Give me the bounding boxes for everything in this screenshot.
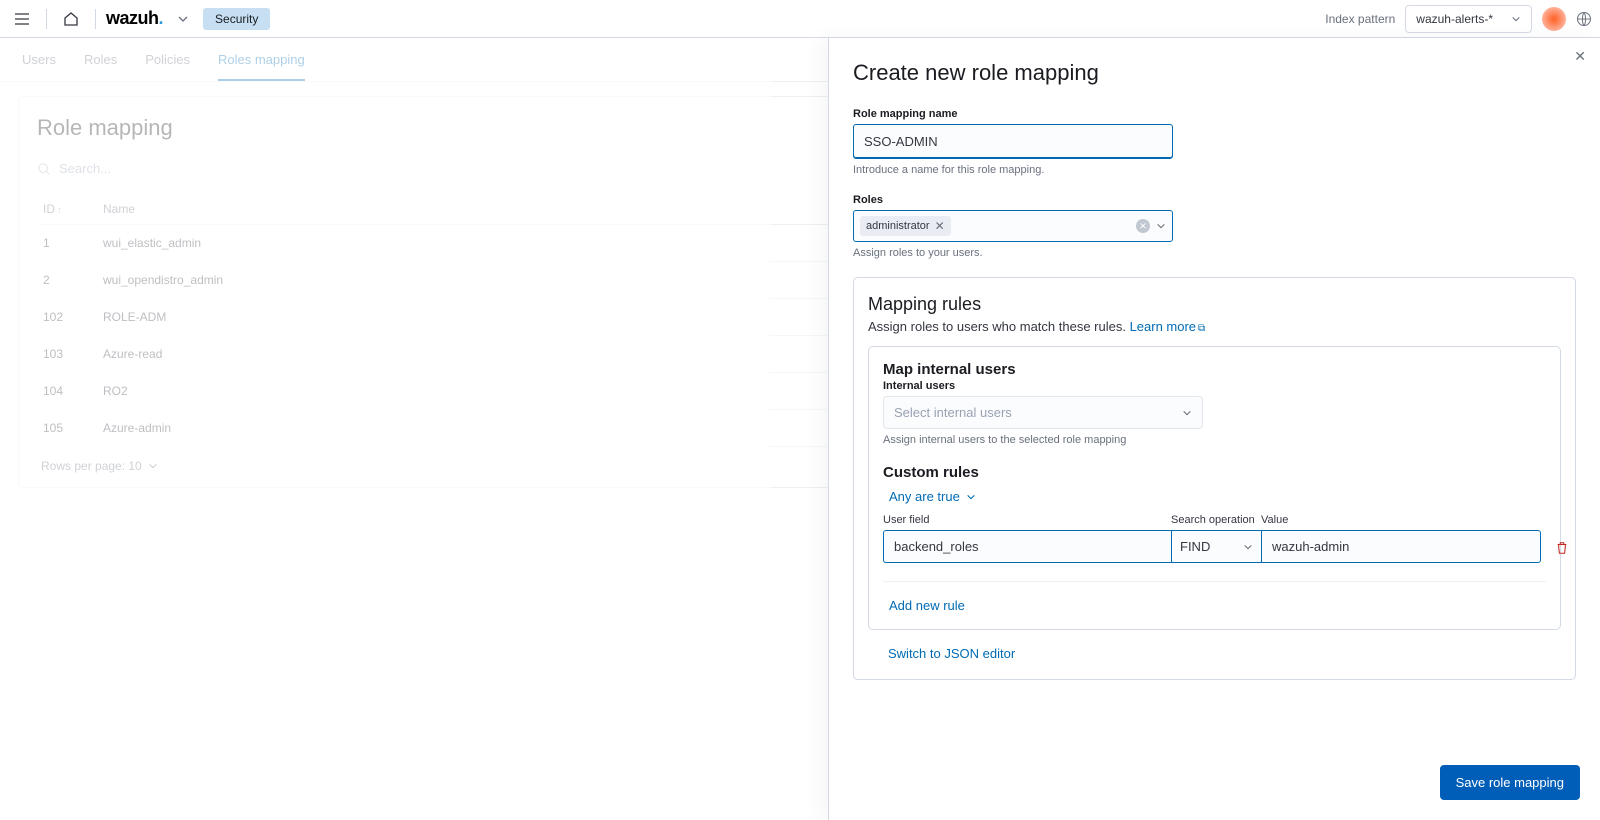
sort-asc-icon: ↑	[57, 205, 62, 216]
internal-users-placeholder: Select internal users	[894, 405, 1012, 420]
logo-text: wazuh	[106, 8, 159, 28]
flyout-body: Create new role mapping Role mapping nam…	[829, 38, 1600, 753]
value-input[interactable]	[1261, 530, 1541, 563]
search-icon	[37, 162, 51, 176]
internal-users-help: Assign internal users to the selected ro…	[883, 434, 1546, 446]
tab-roles-mapping[interactable]: Roles mapping	[218, 52, 305, 81]
menu-icon[interactable]	[8, 5, 36, 33]
user-avatar[interactable]	[1542, 7, 1566, 31]
chevron-down-icon	[1156, 221, 1166, 231]
name-help: Introduce a name for this role mapping.	[853, 164, 1576, 176]
search-placeholder: Search...	[59, 161, 111, 176]
divider	[46, 9, 47, 29]
role-mapping-name-input[interactable]	[853, 124, 1173, 159]
top-header: wazuh. Security Index pattern wazuh-aler…	[0, 0, 1600, 38]
index-pattern-value: wazuh-alerts-*	[1416, 12, 1493, 26]
switch-json-editor-link[interactable]: Switch to JSON editor	[888, 646, 1015, 661]
col-id[interactable]: ID↑	[37, 194, 97, 225]
module-badge[interactable]: Security	[203, 8, 270, 30]
mapping-rules-sub: Assign roles to users who match these ru…	[868, 319, 1561, 334]
chevron-down-icon	[148, 461, 158, 471]
logo-dot: .	[159, 8, 164, 28]
custom-rule-row: User field Search operation FIND Value	[883, 514, 1546, 582]
chevron-down-icon	[1511, 14, 1521, 24]
chevron-down-icon	[1243, 542, 1253, 552]
home-icon[interactable]	[57, 5, 85, 33]
roles-label: Roles	[853, 194, 1576, 206]
header-left: wazuh. Security	[8, 5, 270, 33]
value-label: Value	[1261, 514, 1541, 526]
globe-icon[interactable]	[1576, 11, 1592, 27]
tab-users[interactable]: Users	[22, 52, 56, 81]
inner-rules-panel: Map internal users Internal users Select…	[868, 346, 1561, 630]
flyout-title: Create new role mapping	[853, 60, 1576, 86]
add-new-rule-link[interactable]: Add new rule	[889, 598, 965, 613]
clear-all-icon[interactable]: ✕	[1136, 219, 1150, 233]
close-flyout-button[interactable]: ✕	[1574, 48, 1586, 65]
role-tag: administrator ✕	[860, 216, 951, 236]
index-pattern-select[interactable]: wazuh-alerts-*	[1405, 5, 1532, 33]
remove-tag-icon[interactable]: ✕	[935, 219, 945, 233]
roles-help: Assign roles to your users.	[853, 247, 1576, 259]
learn-more-link[interactable]: Learn more⧉	[1130, 319, 1206, 334]
roles-combobox[interactable]: administrator ✕ ✕	[853, 210, 1173, 242]
tab-roles[interactable]: Roles	[84, 52, 117, 81]
index-pattern-label: Index pattern	[1325, 12, 1395, 26]
tab-policies[interactable]: Policies	[145, 52, 190, 81]
user-field-label: User field	[883, 514, 1171, 526]
save-role-mapping-button[interactable]: Save role mapping	[1440, 765, 1580, 800]
mapping-rules-title: Mapping rules	[868, 294, 1561, 315]
field-role-mapping-name: Role mapping name Introduce a name for t…	[853, 108, 1576, 176]
header-right: Index pattern wazuh-alerts-*	[1325, 5, 1592, 33]
search-op-label: Search operation	[1171, 514, 1261, 526]
map-internal-title: Map internal users	[883, 361, 1546, 378]
flyout-footer: Save role mapping	[829, 753, 1600, 820]
field-roles: Roles administrator ✕ ✕ Assign roles to …	[853, 194, 1576, 259]
internal-users-select[interactable]: Select internal users	[883, 396, 1203, 429]
mapping-rules-panel: Mapping rules Assign roles to users who …	[853, 277, 1576, 680]
name-label: Role mapping name	[853, 108, 1576, 120]
create-role-mapping-flyout: ✕ Create new role mapping Role mapping n…	[828, 38, 1600, 820]
user-field-input[interactable]	[883, 530, 1171, 563]
rule-match-mode[interactable]: Any are true	[889, 489, 976, 504]
internal-users-label: Internal users	[883, 380, 1546, 392]
chevron-down-icon	[1182, 408, 1192, 418]
delete-rule-icon[interactable]	[1555, 541, 1569, 555]
app-logo: wazuh.	[106, 8, 163, 29]
chevron-down-icon	[966, 492, 976, 502]
divider	[95, 9, 96, 29]
search-op-select[interactable]: FIND	[1171, 530, 1261, 563]
external-link-icon: ⧉	[1198, 323, 1205, 334]
app-switcher-chevron-icon[interactable]	[169, 5, 197, 33]
custom-rules-title: Custom rules	[883, 464, 1546, 481]
